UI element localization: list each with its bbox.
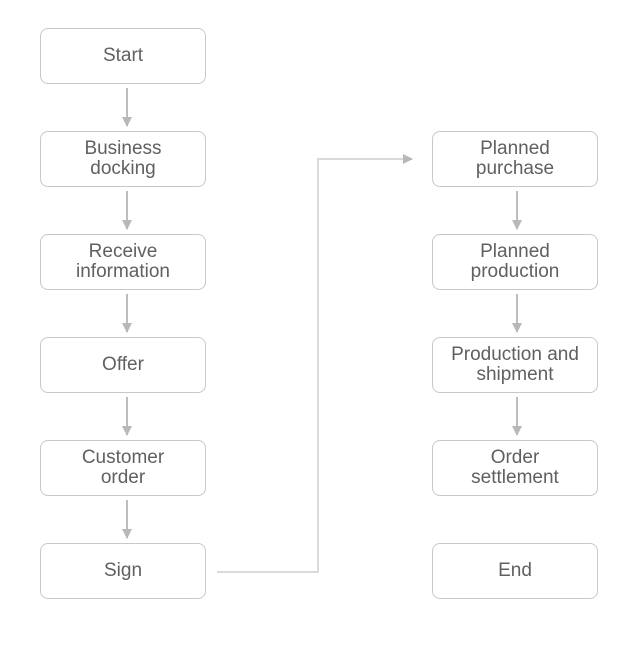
node-label: Planned purchase bbox=[475, 138, 555, 179]
node-label: Business docking bbox=[84, 138, 162, 179]
node-label: Start bbox=[102, 45, 144, 66]
node-sign: Sign bbox=[40, 543, 206, 599]
node-label: Order settlement bbox=[471, 447, 559, 488]
node-label: End bbox=[498, 560, 532, 581]
arrow-sign-to-planned-purchase bbox=[217, 154, 413, 573]
node-planned-purchase: Planned purchase bbox=[432, 131, 598, 187]
node-receive-information: Receive information bbox=[40, 234, 206, 290]
node-start: Start bbox=[40, 28, 206, 84]
node-planned-production: Planned production bbox=[432, 234, 598, 290]
node-customer-order: Customer order bbox=[40, 440, 206, 496]
node-label: Customer order bbox=[81, 447, 165, 488]
node-order-settlement: Order settlement bbox=[432, 440, 598, 496]
node-offer: Offer bbox=[40, 337, 206, 393]
node-business-docking: Business docking bbox=[40, 131, 206, 187]
node-label: Production and shipment bbox=[451, 344, 579, 385]
node-production-and-shipment: Production and shipment bbox=[432, 337, 598, 393]
node-label: Offer bbox=[102, 354, 144, 375]
node-label: Planned production bbox=[470, 241, 560, 282]
node-end: End bbox=[432, 543, 598, 599]
node-label: Sign bbox=[103, 560, 143, 581]
node-label: Receive information bbox=[76, 241, 170, 282]
